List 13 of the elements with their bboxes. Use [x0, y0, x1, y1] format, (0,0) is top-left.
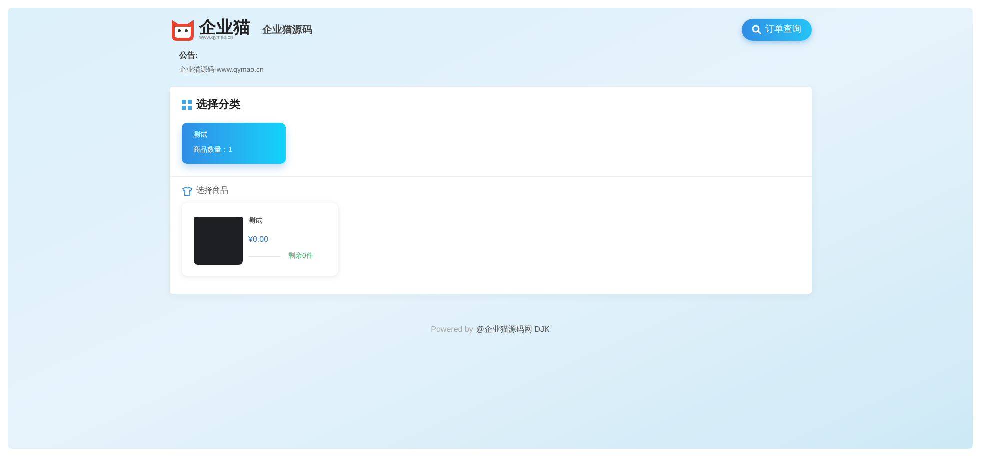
site-name: 企业猫源码 — [262, 24, 312, 38]
section-title: 选择商品 — [196, 185, 228, 197]
logo-text: 企业猫 — [200, 19, 250, 36]
section-title: 选择分类 — [196, 98, 240, 112]
footer-link[interactable]: @企业猫源码网 DJK — [476, 324, 550, 336]
search-icon — [752, 25, 762, 35]
cat-logo-icon — [170, 18, 196, 42]
product-price: ¥0.00 — [248, 234, 270, 246]
grid-icon — [182, 100, 192, 110]
notice-title: 公告: — [180, 50, 200, 62]
footer-text: Powered by — [431, 324, 474, 336]
shirt-icon — [182, 186, 192, 196]
photo-placeholder — [194, 214, 242, 265]
